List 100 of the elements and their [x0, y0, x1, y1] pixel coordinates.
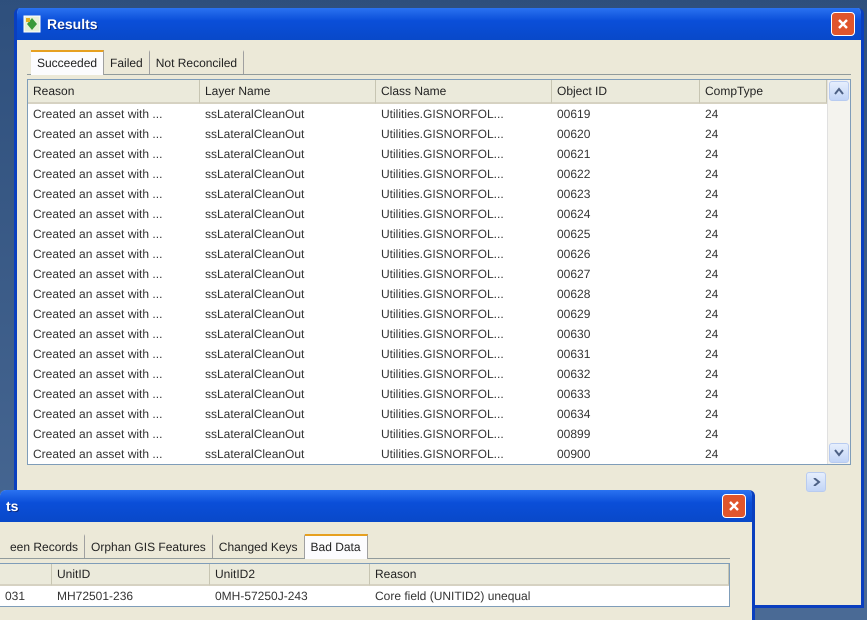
table-cell-text: Utilities.GISNORFOL... [380, 387, 505, 401]
table-cell-text: ssLateralCleanOut [204, 167, 306, 181]
table-cell-text: ssLateralCleanOut [204, 427, 306, 441]
table-cell-text: 00634 [556, 407, 592, 421]
table-cell-text: 24 [704, 427, 720, 441]
table-cell-text: Created an asset with ... [32, 207, 164, 221]
table-cell-text: 24 [704, 387, 720, 401]
table-cell-text: Created an asset with ... [32, 247, 164, 261]
table-cell-text: 24 [704, 107, 720, 121]
table-cell-text: 00629 [556, 307, 592, 321]
table-cell-text: 00633 [556, 387, 592, 401]
table-cell-text: Created an asset with ... [32, 447, 164, 461]
table-cell-text: Utilities.GISNORFOL... [380, 427, 505, 441]
table-cell-text: 00899 [556, 427, 592, 441]
column-header[interactable]: UnitID2 [210, 564, 370, 586]
table-cell-text: 00626 [556, 247, 592, 261]
table-cell-text: MH72501-236 [56, 589, 134, 603]
table-cell-text: ssLateralCleanOut [204, 227, 306, 241]
table-cell-text: 00619 [556, 107, 592, 121]
table-cell-text: 24 [704, 367, 720, 381]
table-cell-text: ssLateralCleanOut [204, 367, 306, 381]
table-cell-text: Utilities.GISNORFOL... [380, 127, 505, 141]
table-cell-text: Created an asset with ... [32, 227, 164, 241]
table-cell-text: 24 [704, 147, 720, 161]
table-cell-text: Created an asset with ... [32, 107, 164, 121]
table-cell-text: ssLateralCleanOut [204, 327, 306, 341]
table-cell-text: 24 [704, 267, 720, 281]
table-cell-text: Utilities.GISNORFOL... [380, 207, 505, 221]
scroll-up-button[interactable] [829, 81, 849, 101]
table-cell-text: Created an asset with ... [32, 287, 164, 301]
window-title: ts [6, 498, 20, 514]
column-header[interactable]: Class Name [376, 80, 552, 104]
table-cell-text: ssLateralCleanOut [204, 127, 306, 141]
tab[interactable]: Bad Data [304, 534, 368, 559]
table-cell-text: 0MH-57250J-243 [214, 589, 309, 603]
column-header[interactable]: Reason [370, 564, 729, 586]
table-cell-text: Created an asset with ... [32, 427, 164, 441]
table-cell-text: 00630 [556, 327, 592, 341]
column-header[interactable]: Object ID [552, 80, 700, 104]
table-cell-text: Created an asset with ... [32, 267, 164, 281]
table-cell-text: Created an asset with ... [32, 327, 164, 341]
table-cell-text: ssLateralCleanOut [204, 267, 306, 281]
table-cell-text: 00623 [556, 187, 592, 201]
table-cell-text: 00620 [556, 127, 592, 141]
table-cell-text: 24 [704, 327, 720, 341]
column-header[interactable]: UnitID [52, 564, 210, 586]
scroll-down-button[interactable] [829, 443, 849, 463]
table-cell-text: 00628 [556, 287, 592, 301]
table-cell-text: ssLateralCleanOut [204, 107, 306, 121]
table-cell-text: Utilities.GISNORFOL... [380, 107, 505, 121]
table-cell-text: 24 [704, 167, 720, 181]
scroll-right-button[interactable] [806, 472, 826, 492]
close-button[interactable] [722, 494, 746, 518]
table-cell-text: Created an asset with ... [32, 307, 164, 321]
table-cell-text: Utilities.GISNORFOL... [380, 407, 505, 421]
column-header[interactable]: Layer Name [200, 80, 376, 104]
table-cell-text: Utilities.GISNORFOL... [380, 347, 505, 361]
table-cell-text: 24 [704, 227, 720, 241]
table-cell-text: 00900 [556, 447, 592, 461]
table-cell-text: 00621 [556, 147, 592, 161]
column-header[interactable]: CompType [700, 80, 827, 104]
table-cell-text: 00624 [556, 207, 592, 221]
table-cell-text: Utilities.GISNORFOL... [380, 287, 505, 301]
table-cell-text: 00627 [556, 267, 592, 281]
app-icon [23, 15, 41, 33]
tab[interactable]: Succeeded [31, 50, 104, 75]
table-cell-text: Created an asset with ... [32, 167, 164, 181]
table-cell-text: Utilities.GISNORFOL... [380, 307, 505, 321]
table-cell-text: Core field (UNITID2) unequal [374, 589, 532, 603]
vertical-scrollbar[interactable] [827, 80, 850, 464]
table-cell-text: Utilities.GISNORFOL... [380, 447, 505, 461]
table-cell-text: Utilities.GISNORFOL... [380, 327, 505, 341]
table-cell-text: 24 [704, 247, 720, 261]
table-cell-text: 031 [4, 589, 26, 603]
table-cell-text: Utilities.GISNORFOL... [380, 147, 505, 161]
table-cell-text: Created an asset with ... [32, 407, 164, 421]
window-title: Results [47, 16, 99, 32]
table-cell-text: ssLateralCleanOut [204, 207, 306, 221]
table-cell-text: 00622 [556, 167, 592, 181]
table-cell-text: ssLateralCleanOut [204, 407, 306, 421]
table-cell-text: Utilities.GISNORFOL... [380, 247, 505, 261]
table-cell-text: ssLateralCleanOut [204, 447, 306, 461]
table-cell-text: Created an asset with ... [32, 187, 164, 201]
table-cell-text: Created an asset with ... [32, 127, 164, 141]
table-cell-text: 24 [704, 187, 720, 201]
table-cell-text: 24 [704, 127, 720, 141]
table-cell-text: 24 [704, 207, 720, 221]
table-cell-text: 24 [704, 407, 720, 421]
column-header[interactable]: Reason [28, 80, 200, 104]
table-cell-text: 00625 [556, 227, 592, 241]
table-cell-text: Created an asset with ... [32, 347, 164, 361]
table-cell-text: ssLateralCleanOut [204, 187, 306, 201]
table-cell-text: 00631 [556, 347, 592, 361]
table-cell-text: 24 [704, 287, 720, 301]
table-cell-text: Created an asset with ... [32, 147, 164, 161]
table-cell-text: ssLateralCleanOut [204, 307, 306, 321]
table-cell-text: 24 [704, 347, 720, 361]
table-cell-text: Utilities.GISNORFOL... [380, 187, 505, 201]
table-cell-text: Created an asset with ... [32, 367, 164, 381]
close-button[interactable] [831, 12, 855, 36]
